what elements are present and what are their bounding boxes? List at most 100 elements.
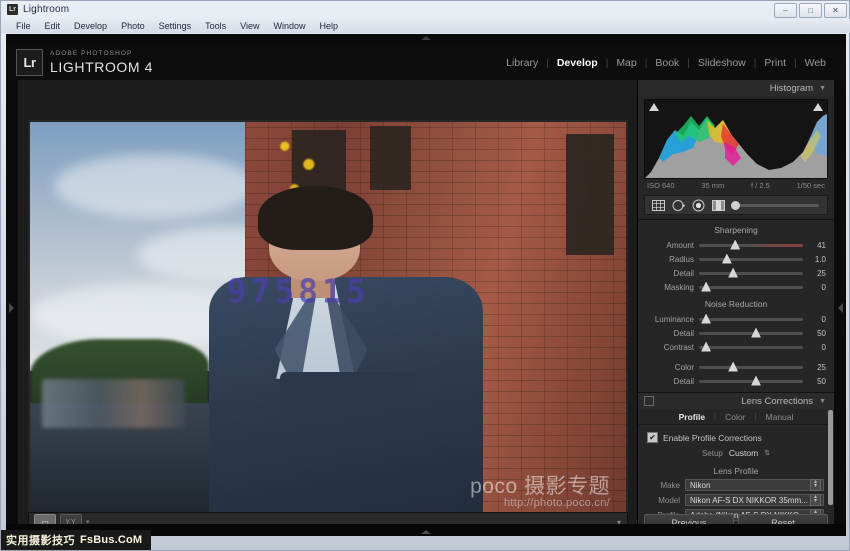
close-button[interactable]: ✕ [824, 3, 847, 18]
lens-model-row[interactable]: Model Nikon AF-S DX NIKKOR 35mm... ▴ ▾ [638, 494, 834, 509]
tab-color[interactable]: Color [716, 412, 754, 422]
menu-window[interactable]: Window [267, 21, 313, 31]
slider-track[interactable] [699, 267, 803, 278]
stepper-icon[interactable]: ▴▾ [810, 479, 821, 491]
checkbox-icon[interactable]: ✔ [647, 432, 658, 443]
stepper-icon[interactable]: ▴▾ [810, 494, 821, 506]
lens-corrections-header[interactable]: Lens Corrections ▼ [638, 393, 834, 409]
slider-value: 50 [817, 376, 826, 386]
brush-size-knob[interactable] [731, 200, 740, 210]
minimize-button[interactable]: – [774, 3, 797, 18]
fsbus-watermark-en: FsBus.CoM [80, 534, 143, 546]
chevron-down-icon[interactable]: ▼ [819, 398, 826, 405]
brush-size-slider[interactable] [731, 200, 819, 210]
lens-make-row[interactable]: Make Nikon ▴ ▾ [638, 479, 834, 494]
slider-knob-icon[interactable] [728, 361, 739, 372]
tool-strip [644, 195, 828, 215]
histogram-svg [645, 114, 827, 178]
slider-value: 50 [817, 328, 826, 338]
right-panel-scrollbar[interactable] [828, 410, 833, 505]
right-collapse-arrow-icon[interactable] [838, 303, 843, 313]
slider-knob-icon[interactable] [721, 253, 732, 264]
slider-track[interactable] [699, 281, 803, 292]
histogram-graph[interactable] [644, 99, 828, 179]
top-collapse-arrow-icon[interactable] [421, 36, 431, 40]
slider-track[interactable] [699, 361, 803, 372]
menu-help[interactable]: Help [313, 21, 346, 31]
watermark-url: http://photo.poco.cn/ [504, 497, 610, 510]
window-frame: Lr Lightroom – □ ✕ File Edit Develop Pho… [0, 0, 850, 551]
lightroom-app: Lr ADOBE PHOTOSHOP LIGHTROOM 4 Library |… [6, 34, 846, 536]
slider-radius[interactable]: Radius 1.0 [638, 252, 834, 266]
menu-settings[interactable]: Settings [152, 21, 199, 31]
slider-knob-icon[interactable] [701, 281, 712, 292]
menu-tools[interactable]: Tools [198, 21, 233, 31]
enable-profile-corrections-row[interactable]: ✔ Enable Profile Corrections [638, 425, 834, 443]
lens-switch-icon[interactable] [644, 396, 654, 406]
slider-nr-detail[interactable]: Detail 50 [638, 326, 834, 340]
image-canvas: 975815 poco 摄影专题 http://photo.poco.cn/ ▭… [18, 80, 638, 536]
meta-shutter: 1/50 sec [796, 181, 825, 190]
module-slideshow[interactable]: Slideshow [690, 57, 754, 69]
menu-file[interactable]: File [9, 21, 38, 31]
slider-track[interactable] [699, 327, 803, 338]
menu-develop[interactable]: Develop [67, 21, 114, 31]
menu-edit[interactable]: Edit [38, 21, 68, 31]
photo-image[interactable]: 975815 poco 摄影专题 http://photo.poco.cn/ [30, 122, 626, 524]
red-eye-icon[interactable] [691, 199, 705, 212]
slider-label: Radius [669, 254, 694, 264]
slider-track[interactable] [699, 341, 803, 352]
bottom-collapse-arrow-icon[interactable] [421, 530, 431, 534]
slider-knob-icon[interactable] [751, 375, 761, 386]
photo-window [566, 134, 615, 255]
slider-knob-icon[interactable] [701, 341, 712, 352]
slider-knob-icon[interactable] [751, 327, 761, 338]
slider-knob-icon[interactable] [730, 239, 741, 250]
chevron-down-icon[interactable]: ▼ [819, 85, 826, 92]
module-develop[interactable]: Develop [549, 57, 606, 69]
right-panel-rail[interactable] [834, 80, 846, 536]
make-value: Nikon [690, 480, 711, 490]
model-value: Nikon AF-S DX NIKKOR 35mm... [690, 495, 808, 505]
spot-removal-icon[interactable] [671, 199, 685, 212]
menu-photo[interactable]: Photo [114, 21, 152, 31]
slider-knob-icon[interactable] [728, 267, 739, 278]
lr-badge-icon: Lr [16, 49, 43, 76]
slider-track[interactable] [699, 313, 803, 324]
slider-track[interactable] [699, 375, 803, 386]
stepper-icon[interactable]: ⇅ [764, 449, 770, 457]
setup-label: Setup [701, 448, 723, 458]
module-print[interactable]: Print [756, 57, 794, 69]
maximize-button[interactable]: □ [799, 3, 822, 18]
left-expand-arrow-icon[interactable] [9, 303, 14, 313]
top-collapse-bar[interactable] [6, 34, 846, 44]
histogram-header[interactable]: Histogram ▼ [638, 80, 834, 96]
sharpening-title: Sharpening [714, 225, 758, 235]
menu-view[interactable]: View [233, 21, 266, 31]
slider-label: Amount [666, 240, 694, 250]
model-field[interactable]: Nikon AF-S DX NIKKOR 35mm... ▴ ▾ [685, 494, 824, 506]
tab-profile[interactable]: Profile [670, 412, 714, 422]
module-library[interactable]: Library [498, 57, 546, 69]
module-book[interactable]: Book [647, 57, 687, 69]
make-field[interactable]: Nikon ▴ ▾ [685, 479, 824, 491]
graduated-filter-icon[interactable] [711, 199, 725, 212]
slider-knob-icon[interactable] [701, 313, 712, 324]
slider-amount[interactable]: Amount 41 [638, 238, 834, 252]
crop-overlay-icon[interactable] [651, 199, 665, 212]
slider-luminance[interactable]: Luminance 0 [638, 312, 834, 326]
slider-masking[interactable]: Masking 0 [638, 280, 834, 294]
slider-detail[interactable]: Detail 25 [638, 266, 834, 280]
maximize-icon: □ [808, 5, 813, 15]
setup-row[interactable]: Setup Custom ⇅ [638, 443, 834, 458]
slider-nr-color[interactable]: Color 25 [638, 360, 834, 374]
module-web[interactable]: Web [797, 57, 834, 69]
module-map[interactable]: Map [608, 57, 644, 69]
slider-track[interactable] [699, 239, 803, 250]
setup-value[interactable]: Custom [729, 448, 758, 458]
slider-nr-color-detail[interactable]: Detail 50 [638, 374, 834, 388]
close-icon: ✕ [832, 5, 839, 15]
tab-manual[interactable]: Manual [757, 412, 803, 422]
slider-track[interactable] [699, 253, 803, 264]
slider-nr-contrast[interactable]: Contrast 0 [638, 340, 834, 354]
